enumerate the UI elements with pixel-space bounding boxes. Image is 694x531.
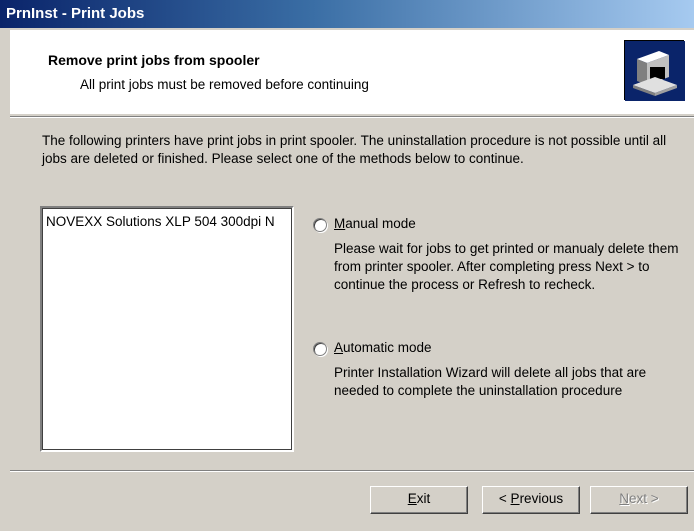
window-title: PrnInst - Print Jobs [6, 5, 145, 22]
manual-mode-radio[interactable] [313, 218, 327, 232]
exit-button[interactable]: Exit [370, 486, 468, 514]
next-button[interactable]: Next > [590, 486, 688, 514]
automatic-mode-radio[interactable] [313, 342, 327, 356]
automatic-mode-description: Printer Installation Wizard will delete … [334, 365, 647, 398]
header-panel: Remove print jobs from spooler All print… [10, 30, 694, 114]
automatic-mode-label[interactable]: Automatic mode [334, 340, 432, 355]
title-bar[interactable]: PrnInst - Print Jobs [0, 0, 694, 28]
printer-computer-icon [624, 40, 685, 101]
header-subtitle: All print jobs must be removed before co… [80, 77, 369, 92]
previous-button[interactable]: < Previous [482, 486, 580, 514]
header-title: Remove print jobs from spooler [48, 52, 260, 68]
printer-computer-icon-graphic [625, 41, 685, 101]
wizard-window: PrnInst - Print Jobs Remove print jobs f… [0, 0, 694, 531]
footer-separator [10, 470, 694, 472]
printer-list[interactable]: NOVEXX Solutions XLP 504 300dpi N [40, 206, 294, 452]
manual-mode-description: Please wait for jobs to get printed or m… [334, 241, 679, 292]
intro-text: The following printers have print jobs i… [42, 133, 667, 166]
printer-list-item[interactable]: NOVEXX Solutions XLP 504 300dpi N [46, 214, 275, 229]
manual-mode-label[interactable]: Manual mode [334, 216, 416, 231]
header-separator [10, 116, 694, 118]
